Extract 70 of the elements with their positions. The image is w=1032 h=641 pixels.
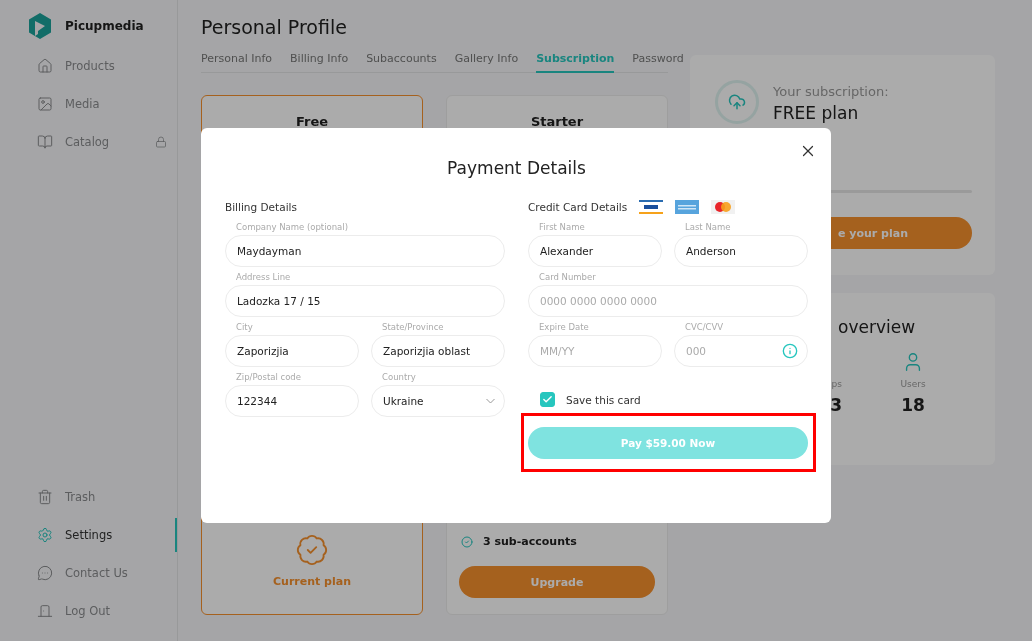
- nav-item[interactable]: Media: [37, 88, 177, 120]
- tab[interactable]: Subscription: [536, 52, 615, 73]
- input-field[interactable]: 122344: [225, 385, 359, 417]
- input-field[interactable]: Anderson: [674, 235, 808, 267]
- checkbox[interactable]: [540, 392, 555, 407]
- input-field[interactable]: MM/YY: [528, 335, 662, 367]
- input-field[interactable]: Alexander: [528, 235, 662, 267]
- cloud-upload-icon: [715, 80, 759, 124]
- field-label: Company Name (optional): [236, 222, 348, 232]
- input-field[interactable]: Zaporizjia oblast: [371, 335, 505, 367]
- field-label: Zip/Postal code: [236, 372, 301, 382]
- trash-icon: [37, 489, 53, 505]
- credit-card-icon: [675, 200, 700, 214]
- dialog-title: Payment Details: [446, 158, 587, 178]
- nav-item[interactable]: Contact Us: [37, 557, 177, 589]
- input-field[interactable]: Zaporizjia: [225, 335, 359, 367]
- stat-label: Users: [900, 379, 926, 389]
- field-label: Address Line: [236, 272, 291, 282]
- chat-icon: [37, 565, 53, 581]
- field-label: Country: [382, 372, 416, 382]
- field-label: Expire Date: [539, 322, 589, 332]
- overview-title: overview: [838, 317, 916, 337]
- plan-name: Free: [295, 114, 329, 129]
- tab[interactable]: Billing Info: [290, 52, 349, 73]
- stat-value: 18: [901, 395, 925, 415]
- checkbox-label: Save this card: [566, 393, 641, 406]
- section-heading: Billing Details: [225, 201, 297, 213]
- nav-item[interactable]: Log Out: [37, 595, 177, 627]
- check-icon: [461, 535, 473, 548]
- tab[interactable]: Personal Info: [201, 52, 273, 73]
- tab[interactable]: Gallery Info: [454, 52, 519, 73]
- field-label: First Name: [539, 222, 585, 232]
- stat-value: 3: [830, 395, 842, 415]
- plan-title: FREE plan: [773, 103, 860, 123]
- field-label: Card Number: [539, 272, 596, 282]
- select-field[interactable]: Ukraine: [371, 385, 505, 417]
- home-icon: [37, 58, 53, 74]
- badge-check-icon: [295, 533, 329, 567]
- door-icon: [37, 603, 53, 619]
- input-field[interactable]: 000: [674, 335, 808, 367]
- plan-name: Starter: [529, 114, 585, 129]
- chevron-down-icon: [486, 398, 495, 404]
- input-field[interactable]: 0000 0000 0000 0000: [528, 285, 808, 317]
- field-label: State/Province: [382, 322, 444, 332]
- brand-name: Picupmedia: [65, 19, 144, 33]
- current-plan-label: Current plan: [273, 575, 351, 588]
- settings-icon: [37, 527, 53, 543]
- feature-text: 3 sub-accounts: [483, 535, 577, 548]
- nav-item[interactable]: Trash: [37, 481, 177, 513]
- page-title: Personal Profile: [201, 16, 348, 38]
- upgrade-button[interactable]: Upgrade: [459, 566, 655, 598]
- nav-item[interactable]: Settings: [37, 519, 177, 551]
- image-icon: [37, 96, 53, 112]
- check-icon: [542, 394, 553, 405]
- nav-item[interactable]: Products: [37, 50, 177, 82]
- active-indicator: [175, 518, 177, 552]
- subscription-heading: Your subscription:: [773, 84, 889, 99]
- info-icon[interactable]: [782, 343, 798, 359]
- logo-icon: [27, 12, 53, 40]
- input-field[interactable]: Maydayman: [225, 235, 505, 267]
- credit-card-icon: [711, 200, 736, 214]
- nav-item[interactable]: Catalog: [37, 126, 177, 158]
- credit-card-icon: [639, 200, 664, 214]
- input-field[interactable]: Ladozka 17 / 15: [225, 285, 505, 317]
- field-label: CVC/CVV: [685, 322, 724, 332]
- section-heading: Credit Card Details: [528, 201, 628, 213]
- book-icon: [37, 134, 53, 150]
- tab[interactable]: Subaccounts: [366, 52, 437, 73]
- tab[interactable]: Password: [632, 52, 684, 73]
- field-label: City: [236, 322, 253, 332]
